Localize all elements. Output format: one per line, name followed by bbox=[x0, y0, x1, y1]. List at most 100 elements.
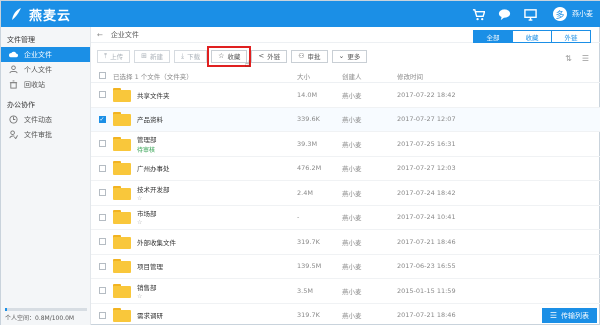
row-checkbox[interactable] bbox=[98, 140, 106, 148]
file-list: 共享文件夹 14.0M 燕小麦 2017-07-22 18:42 ✓ 产品资料 … bbox=[91, 83, 600, 325]
toolbar: ⤒ 上传 ⊞ 新建 ⤓ 下载 ☆ 收藏 ☝ < 外链 ⚇ 审批 ⌄ 更多 bbox=[91, 43, 600, 70]
storage-bar bbox=[5, 308, 87, 311]
user-name[interactable]: 燕小麦 bbox=[572, 9, 593, 19]
file-name[interactable]: 外部收集文件 bbox=[137, 237, 176, 247]
sort-icon[interactable]: ⇅ bbox=[565, 54, 572, 63]
table-row[interactable]: 管理部 待审核 39.3M 燕小麦 2017-07-25 16:31 bbox=[91, 132, 600, 157]
activity-icon bbox=[9, 115, 18, 124]
list-view-icon[interactable]: ☰ bbox=[582, 54, 589, 63]
external-link-button[interactable]: < 外链 bbox=[251, 49, 288, 63]
transfer-list-button[interactable]: ☰ 传输列表 bbox=[541, 308, 597, 323]
file-size: - bbox=[297, 213, 300, 222]
monitor-icon[interactable] bbox=[517, 1, 543, 27]
upload-button[interactable]: ⤒ 上传 bbox=[97, 49, 131, 63]
file-size: 139.5M bbox=[297, 262, 322, 271]
sidebar-item-file-activity[interactable]: 文件动态 bbox=[1, 112, 90, 127]
file-name[interactable]: 管理部 bbox=[137, 134, 157, 144]
file-modified: 2017-07-27 12:03 bbox=[397, 164, 456, 173]
file-modified: 2017-07-21 18:46 bbox=[397, 311, 456, 320]
file-modified: 2017-07-25 16:31 bbox=[397, 139, 456, 148]
tab-all[interactable]: 全部 bbox=[473, 30, 513, 43]
chat-icon[interactable] bbox=[491, 1, 517, 27]
sidebar-item-personal-files[interactable]: 个人文件 bbox=[1, 62, 90, 77]
file-size: 339.6K bbox=[297, 115, 320, 124]
table-row[interactable]: ✓ 产品资料 339.6K 燕小麦 2017-07-27 12:07 bbox=[91, 107, 600, 132]
new-button[interactable]: ⊞ 新建 bbox=[134, 49, 170, 63]
selection-summary: 已选择 1 个文件（文件夹） bbox=[113, 72, 193, 81]
file-modified: 2017-07-24 10:41 bbox=[397, 213, 456, 222]
file-modified: 2017-07-21 18:46 bbox=[397, 237, 456, 246]
favorite-button[interactable]: ☆ 收藏 ☝ bbox=[207, 45, 252, 70]
sidebar-item-label: 回收站 bbox=[24, 80, 45, 89]
file-name[interactable]: 需求调研 bbox=[137, 310, 163, 320]
row-checkbox[interactable] bbox=[98, 262, 106, 270]
table-row[interactable]: 外部收集文件 319.7K 燕小麦 2017-07-21 18:46 bbox=[91, 230, 600, 255]
table-row[interactable]: 技术开发部 ☆ 2.4M 燕小麦 2017-07-24 18:42 bbox=[91, 181, 600, 206]
row-checkbox[interactable] bbox=[98, 287, 106, 295]
row-checkbox[interactable] bbox=[98, 213, 106, 221]
tab-external-links[interactable]: 外链 bbox=[551, 30, 591, 43]
file-name[interactable]: 市场部 bbox=[137, 208, 157, 218]
column-size[interactable]: 大小 bbox=[297, 71, 342, 81]
sidebar-item-file-approval[interactable]: 文件审批 bbox=[1, 127, 90, 142]
file-owner: 燕小麦 bbox=[342, 312, 362, 321]
star-icon: ☆ bbox=[218, 52, 225, 60]
sidebar-item-enterprise-files[interactable]: 企业文件 bbox=[1, 47, 90, 62]
download-button[interactable]: ⤓ 下载 bbox=[173, 49, 208, 63]
row-checkbox[interactable] bbox=[98, 91, 106, 99]
share-icon: < bbox=[258, 52, 265, 60]
top-icons: 多 燕小麦 bbox=[465, 1, 593, 27]
file-size: 3.5M bbox=[297, 286, 313, 295]
column-modified[interactable]: 修改时间 bbox=[397, 71, 517, 81]
file-name[interactable]: 广州办事处 bbox=[137, 163, 170, 173]
file-name[interactable]: 共享文件夹 bbox=[137, 90, 170, 100]
star-icon[interactable]: ☆ bbox=[137, 219, 157, 226]
file-size: 39.3M bbox=[297, 139, 318, 148]
trash-icon bbox=[9, 80, 18, 89]
file-modified: 2017-06-23 16:55 bbox=[397, 262, 456, 271]
more-button[interactable]: ⌄ 更多 bbox=[331, 49, 368, 63]
logo-icon bbox=[12, 8, 21, 20]
sidebar-section-file-management: 文件管理 bbox=[7, 36, 35, 44]
star-icon[interactable]: ☆ bbox=[137, 195, 170, 202]
file-name[interactable]: 项目管理 bbox=[137, 261, 163, 271]
folder-icon bbox=[113, 234, 131, 249]
back-icon[interactable]: ← bbox=[97, 31, 103, 39]
table-row[interactable]: 广州办事处 476.2M 燕小麦 2017-07-27 12:03 bbox=[91, 157, 600, 181]
row-checkbox[interactable] bbox=[98, 189, 106, 197]
star-icon[interactable]: ☆ bbox=[137, 293, 157, 300]
file-owner: 燕小麦 bbox=[342, 116, 362, 125]
approval-status: 待审核 bbox=[137, 146, 156, 154]
column-owner[interactable]: 创建人 bbox=[342, 71, 397, 81]
chevron-down-icon: ⌄ bbox=[338, 52, 345, 60]
file-name[interactable]: 产品资料 bbox=[137, 114, 163, 124]
person-icon bbox=[9, 65, 18, 74]
storage-fill bbox=[5, 308, 8, 311]
select-all-checkbox[interactable] bbox=[98, 72, 106, 79]
row-checkbox[interactable] bbox=[98, 164, 106, 172]
file-name[interactable]: 技术开发部 bbox=[137, 184, 170, 194]
file-size: 319.7K bbox=[297, 311, 320, 320]
file-modified: 2017-07-24 18:42 bbox=[397, 188, 456, 197]
folder-icon bbox=[113, 161, 131, 176]
row-checkbox[interactable] bbox=[98, 238, 106, 246]
approval-button[interactable]: ⚇ 审批 bbox=[291, 49, 328, 63]
row-checkbox[interactable] bbox=[98, 311, 106, 319]
table-row[interactable]: 共享文件夹 14.0M 燕小麦 2017-07-22 18:42 bbox=[91, 83, 600, 108]
table-row[interactable]: 项目管理 139.5M 燕小麦 2017-06-23 16:55 bbox=[91, 255, 600, 279]
table-row[interactable]: 市场部 ☆ - 燕小麦 2017-07-24 10:41 bbox=[91, 206, 600, 230]
tab-favorites[interactable]: 收藏 bbox=[512, 30, 552, 43]
view-icons: ⇅ ☰ bbox=[555, 54, 589, 63]
file-owner: 燕小麦 bbox=[342, 287, 362, 296]
table-row[interactable]: 需求调研 319.7K 燕小麦 2017-07-21 18:46 bbox=[91, 304, 600, 325]
sidebar-item-recycle-bin[interactable]: 回收站 bbox=[1, 77, 90, 92]
cloud-icon bbox=[9, 50, 18, 59]
app-logo[interactable]: 燕麦云 bbox=[9, 5, 71, 24]
file-modified: 2015-01-15 11:59 bbox=[397, 286, 456, 295]
cart-icon[interactable] bbox=[465, 1, 491, 27]
avatar[interactable]: 多 bbox=[553, 7, 567, 21]
file-name[interactable]: 销售部 bbox=[137, 282, 157, 292]
file-size: 476.2M bbox=[297, 164, 322, 173]
row-checkbox[interactable]: ✓ bbox=[98, 115, 106, 123]
table-row[interactable]: 销售部 ☆ 3.5M 燕小麦 2015-01-15 11:59 bbox=[91, 279, 600, 304]
